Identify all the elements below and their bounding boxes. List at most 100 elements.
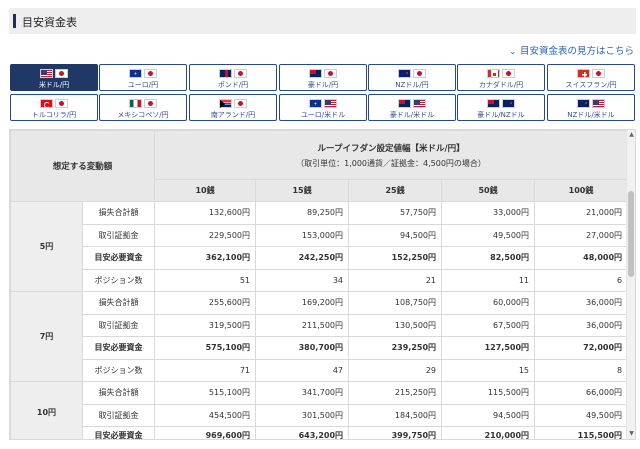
row-label: ポジション数 xyxy=(81,268,156,292)
pair-button-chfjpy[interactable]: スイスフラン/円 xyxy=(547,64,635,91)
pair-label: 豪ドル/米ドル xyxy=(389,111,435,119)
table-cell: 89,250円 xyxy=(255,201,350,225)
pair-label: ユーロ/円 xyxy=(127,81,159,89)
table-cell: 215,250円 xyxy=(348,381,443,405)
us-flag-icon xyxy=(592,99,605,108)
table-cell: 152,250円 xyxy=(348,246,443,270)
table-cell: 94,500円 xyxy=(348,223,443,247)
pair-flags xyxy=(280,99,366,108)
us-flag-icon xyxy=(324,99,337,108)
table-cell: 48,000円 xyxy=(534,246,629,270)
table-cell: 969,600円 xyxy=(154,426,257,439)
table-cell: 341,700円 xyxy=(255,381,350,405)
pair-button-eurjpy[interactable]: ユーロ/円 xyxy=(99,64,187,91)
pair-flags xyxy=(280,69,366,78)
mx-flag-icon xyxy=(129,99,142,108)
table-cell: 130,500円 xyxy=(348,313,443,337)
nz-flag-icon xyxy=(502,99,515,108)
table-row: 目安必要資金 362,100円 242,250円 152,250円 82,500円 48,… xyxy=(11,246,629,270)
table-cell: 29 xyxy=(348,358,443,382)
pair-label: 米ドル/円 xyxy=(38,81,70,89)
help-link-label: 目安資金表の見方はこちら xyxy=(519,46,634,57)
pair-button-usdjpy[interactable]: 米ドル/円 xyxy=(10,64,98,91)
table-row: 目安必要資金 575,100円 380,700円 239,250円 127,500円 72… xyxy=(11,336,629,360)
pair-label: メキシコペソ/円 xyxy=(117,111,169,119)
table-cell: 153,000円 xyxy=(255,223,350,247)
scroll-down-icon[interactable]: ▼ xyxy=(627,429,635,439)
column-header: 25銭 xyxy=(348,179,443,202)
pair-button-zarjpy[interactable]: 南アランド/円 xyxy=(189,94,277,121)
pair-flags xyxy=(548,69,634,78)
pair-button-eurusd[interactable]: ユーロ/米ドル xyxy=(279,94,367,121)
page-title: 目安資金表 xyxy=(22,16,77,29)
scrollbar-thumb[interactable] xyxy=(628,191,634,277)
table-cell: 184,500円 xyxy=(348,403,443,427)
pair-flags xyxy=(11,99,97,108)
title-accent-bar xyxy=(13,14,16,28)
help-link[interactable]: ⌄ 目安資金表の見方はこちら xyxy=(509,43,634,57)
range-header-subtitle: （取引単位：1,000通貨／証拠金：4,500円の場合） xyxy=(296,158,486,168)
table-cell: 21,000円 xyxy=(534,201,629,225)
tr-flag-icon xyxy=(40,99,53,108)
pair-label: トルコリラ/円 xyxy=(31,111,77,119)
row-label: 損失合計額 xyxy=(81,291,156,315)
row-label: ポジション数 xyxy=(81,358,156,382)
pair-flags xyxy=(100,69,186,78)
table-cell: 49,500円 xyxy=(534,403,629,427)
table-cell: 454,500円 xyxy=(154,403,257,427)
table-cell: 71 xyxy=(154,358,257,382)
table-cell: 319,500円 xyxy=(154,313,257,337)
pair-button-audusd[interactable]: 豪ドル/米ドル xyxy=(368,94,456,121)
range-header: ループイフダン設定値幅【米ドル/円】 （取引単位：1,000通貨／証拠金：4,5… xyxy=(154,130,629,180)
table-cell: 399,750円 xyxy=(348,426,443,439)
table-cell: 15 xyxy=(441,358,536,382)
pair-button-mxnjpy[interactable]: メキシコペソ/円 xyxy=(99,94,187,121)
scroll-up-icon[interactable]: ▲ xyxy=(627,130,635,140)
pair-button-gbpjpy[interactable]: ポンド/円 xyxy=(189,64,277,91)
column-header: 100銭 xyxy=(534,179,629,202)
jp-flag-icon xyxy=(502,69,515,78)
pair-flags xyxy=(548,99,634,108)
table-cell: 34 xyxy=(255,268,350,292)
pair-button-nzdusd[interactable]: NZドル/米ドル xyxy=(547,94,635,121)
us-flag-icon xyxy=(40,69,53,78)
pair-button-nzdjpy[interactable]: NZドル/円 xyxy=(368,64,456,91)
table-cell: 115,500円 xyxy=(534,426,629,439)
table-cell: 380,700円 xyxy=(255,336,350,360)
table-cell: 11 xyxy=(441,268,536,292)
ca-flag-icon xyxy=(487,69,500,78)
ch-flag-icon xyxy=(577,69,590,78)
table-row: 取引証拠金 229,500円 153,000円 94,500円 49,500円 27,00… xyxy=(11,223,629,247)
nz-flag-icon xyxy=(398,69,411,78)
table-cell: 49,500円 xyxy=(441,223,536,247)
table-cell: 6 xyxy=(534,268,629,292)
pair-button-tryjpy[interactable]: トルコリラ/円 xyxy=(10,94,98,121)
table-row: 目安必要資金 969,600円 643,200円 399,750円 210,000円 11… xyxy=(11,426,629,439)
pair-label: ユーロ/米ドル xyxy=(300,111,346,119)
pair-button-audnzd[interactable]: 豪ドル/NZドル xyxy=(457,94,545,121)
table-cell: 82,500円 xyxy=(441,246,536,270)
pair-button-audjpy[interactable]: 豪ドル/円 xyxy=(279,64,367,91)
table-cell: 36,000円 xyxy=(534,313,629,337)
nz-flag-icon xyxy=(577,99,590,108)
jp-flag-icon xyxy=(144,99,157,108)
table-cell: 301,500円 xyxy=(255,403,350,427)
table-cell: 132,600円 xyxy=(154,201,257,225)
table-scrollbar[interactable]: ▲ ▼ xyxy=(626,130,635,439)
table-cell: 27,000円 xyxy=(534,223,629,247)
table-cell: 21 xyxy=(348,268,443,292)
scenario-label: 5円 xyxy=(10,201,83,292)
table-cell: 515,100円 xyxy=(154,381,257,405)
pair-button-cadjpy[interactable]: カナダドル/円 xyxy=(457,64,545,91)
pair-flags xyxy=(369,69,455,78)
table-cell: 72,000円 xyxy=(534,336,629,360)
za-flag-icon xyxy=(219,99,232,108)
jp-flag-icon xyxy=(234,99,247,108)
scenario-label: 7円 xyxy=(10,291,83,382)
jp-flag-icon xyxy=(234,69,247,78)
jp-flag-icon xyxy=(55,99,68,108)
row-label: 目安必要資金 xyxy=(81,336,156,360)
page-header: 目安資金表 xyxy=(9,8,636,34)
au-flag-icon xyxy=(487,99,500,108)
table-row: ポジション数 71 47 29 15 8 xyxy=(11,358,629,382)
